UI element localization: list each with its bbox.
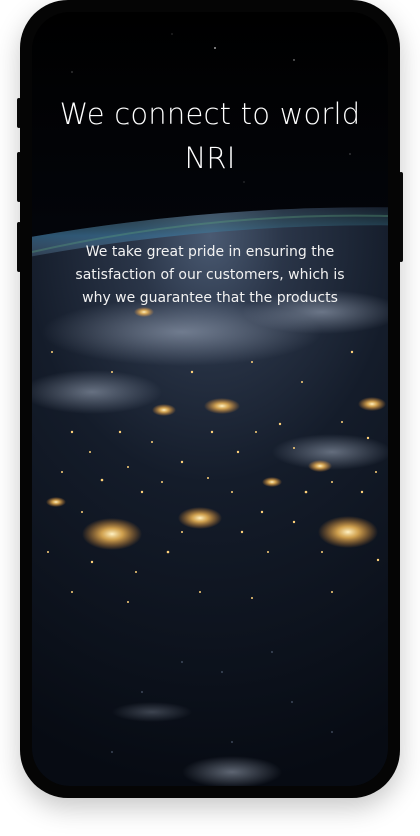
phone-frame: We connect to world NRI We take great pr…	[20, 0, 400, 798]
hero-description: We take great pride in ensuring the sati…	[75, 244, 345, 306]
phone-screen: We connect to world NRI We take great pr…	[32, 12, 388, 786]
hero-title: We connect to world NRI	[32, 92, 388, 180]
hero-title-line-2: NRI	[184, 141, 236, 175]
hero-title-line-1: We connect to world	[59, 97, 361, 131]
